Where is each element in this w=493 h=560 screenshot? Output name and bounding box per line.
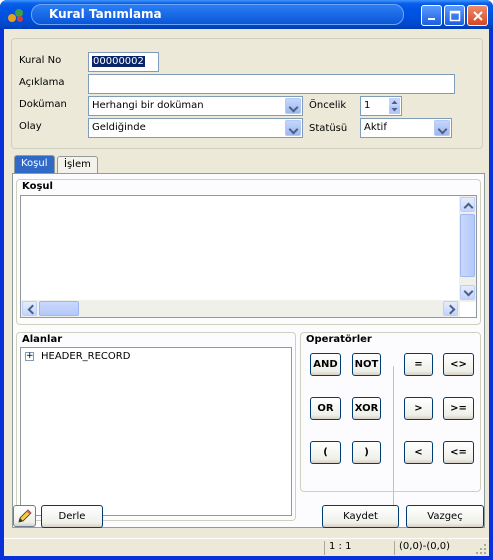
vertical-scrollbar[interactable] xyxy=(459,196,476,302)
header-group: Kural No 00000002 Açıklama Doküman Herha… xyxy=(11,38,483,149)
event-select[interactable]: Geldiğinde xyxy=(88,118,303,138)
edit-button[interactable] xyxy=(13,505,36,527)
status-bar: 1 : 1 (0,0)-(0,0) xyxy=(4,538,489,556)
fields-group-label: Alanlar xyxy=(22,334,63,345)
greater-equal-button[interactable]: >= xyxy=(443,397,474,420)
title-bar[interactable]: Kural Tanımlama xyxy=(0,0,493,29)
chevron-down-icon[interactable] xyxy=(434,120,450,136)
scroll-left-icon[interactable] xyxy=(22,301,37,316)
tab-condition[interactable]: Koşul xyxy=(14,155,55,174)
operators-group-label: Operatörler xyxy=(306,334,372,345)
tree-node[interactable]: + HEADER_RECORD xyxy=(25,351,130,362)
app-window: Kural Tanımlama Kural No 00000002 Açıkla… xyxy=(0,0,493,560)
cursor-position: 1 : 1 xyxy=(324,541,389,555)
condition-group: Koşul xyxy=(16,179,481,325)
scroll-up-icon[interactable] xyxy=(460,197,475,212)
condition-group-label: Koşul xyxy=(22,181,53,192)
horizontal-scrollbar[interactable] xyxy=(21,300,460,317)
rule-no-label: Kural No xyxy=(19,55,62,66)
save-button[interactable]: Kaydet xyxy=(322,505,399,528)
less-than-button[interactable]: < xyxy=(404,441,433,464)
description-label: Açıklama xyxy=(19,77,65,88)
priority-label: Öncelik xyxy=(309,100,347,111)
event-label: Olay xyxy=(19,121,42,132)
description-field[interactable] xyxy=(88,74,455,94)
compile-button[interactable]: Derle xyxy=(41,505,103,528)
scroll-right-icon[interactable] xyxy=(443,301,458,316)
priority-stepper[interactable]: 1 xyxy=(360,96,402,116)
tab-page: Koşul Alanlar + HEADER_RECORD Operatörle… xyxy=(12,173,485,528)
app-icon xyxy=(8,9,23,22)
operators-divider xyxy=(393,366,394,516)
operators-group: Operatörler AND NOT OR XOR ( ) = <> > >=… xyxy=(300,332,481,516)
greater-than-button[interactable]: > xyxy=(404,397,433,420)
updown-arrows-icon xyxy=(389,98,400,114)
cancel-button[interactable]: Vazgeç xyxy=(406,505,484,528)
minimize-button[interactable] xyxy=(421,5,442,26)
minimize-icon xyxy=(427,17,435,20)
vertical-scroll-thumb[interactable] xyxy=(460,214,475,277)
maximize-icon xyxy=(449,10,460,21)
status-label: Statüsü xyxy=(309,123,348,134)
close-button[interactable] xyxy=(467,5,488,26)
chevron-down-icon[interactable] xyxy=(285,120,301,136)
operator-and-button[interactable]: AND xyxy=(310,353,341,376)
maximize-button[interactable] xyxy=(444,5,465,26)
chevron-down-icon[interactable] xyxy=(285,98,301,114)
operator-or-button[interactable]: OR xyxy=(310,397,341,420)
status-select[interactable]: Aktif xyxy=(360,118,452,138)
horizontal-scroll-thumb[interactable] xyxy=(39,301,79,316)
operator-xor-button[interactable]: XOR xyxy=(352,397,381,420)
open-paren-button[interactable]: ( xyxy=(310,441,341,464)
pencil-eraser-icon xyxy=(17,509,32,523)
expand-icon[interactable]: + xyxy=(25,352,34,361)
less-equal-button[interactable]: <= xyxy=(443,441,474,464)
stepper-buttons[interactable] xyxy=(389,98,400,114)
rule-no-field[interactable]: 00000002 xyxy=(88,52,159,72)
not-equals-button[interactable]: <> xyxy=(443,353,474,376)
scroll-down-icon[interactable] xyxy=(460,285,475,300)
client-area: Kural No 00000002 Açıklama Doküman Herha… xyxy=(4,29,489,556)
close-icon xyxy=(472,10,483,21)
close-paren-button[interactable]: ) xyxy=(352,441,381,464)
fields-tree[interactable]: + HEADER_RECORD xyxy=(20,347,292,516)
document-select[interactable]: Herhangi bir doküman xyxy=(88,96,303,116)
condition-editor[interactable] xyxy=(20,195,477,318)
document-label: Doküman xyxy=(19,99,67,110)
tree-node-label: HEADER_RECORD xyxy=(41,351,131,362)
fields-group: Alanlar + HEADER_RECORD xyxy=(16,332,296,521)
tab-action[interactable]: İşlem xyxy=(57,156,98,174)
selection-range: (0,0)-(0,0) xyxy=(394,541,469,555)
equals-button[interactable]: = xyxy=(404,353,433,376)
operator-not-button[interactable]: NOT xyxy=(352,353,381,376)
window-title: Kural Tanımlama xyxy=(49,7,162,21)
resize-grip-icon[interactable] xyxy=(475,543,487,555)
